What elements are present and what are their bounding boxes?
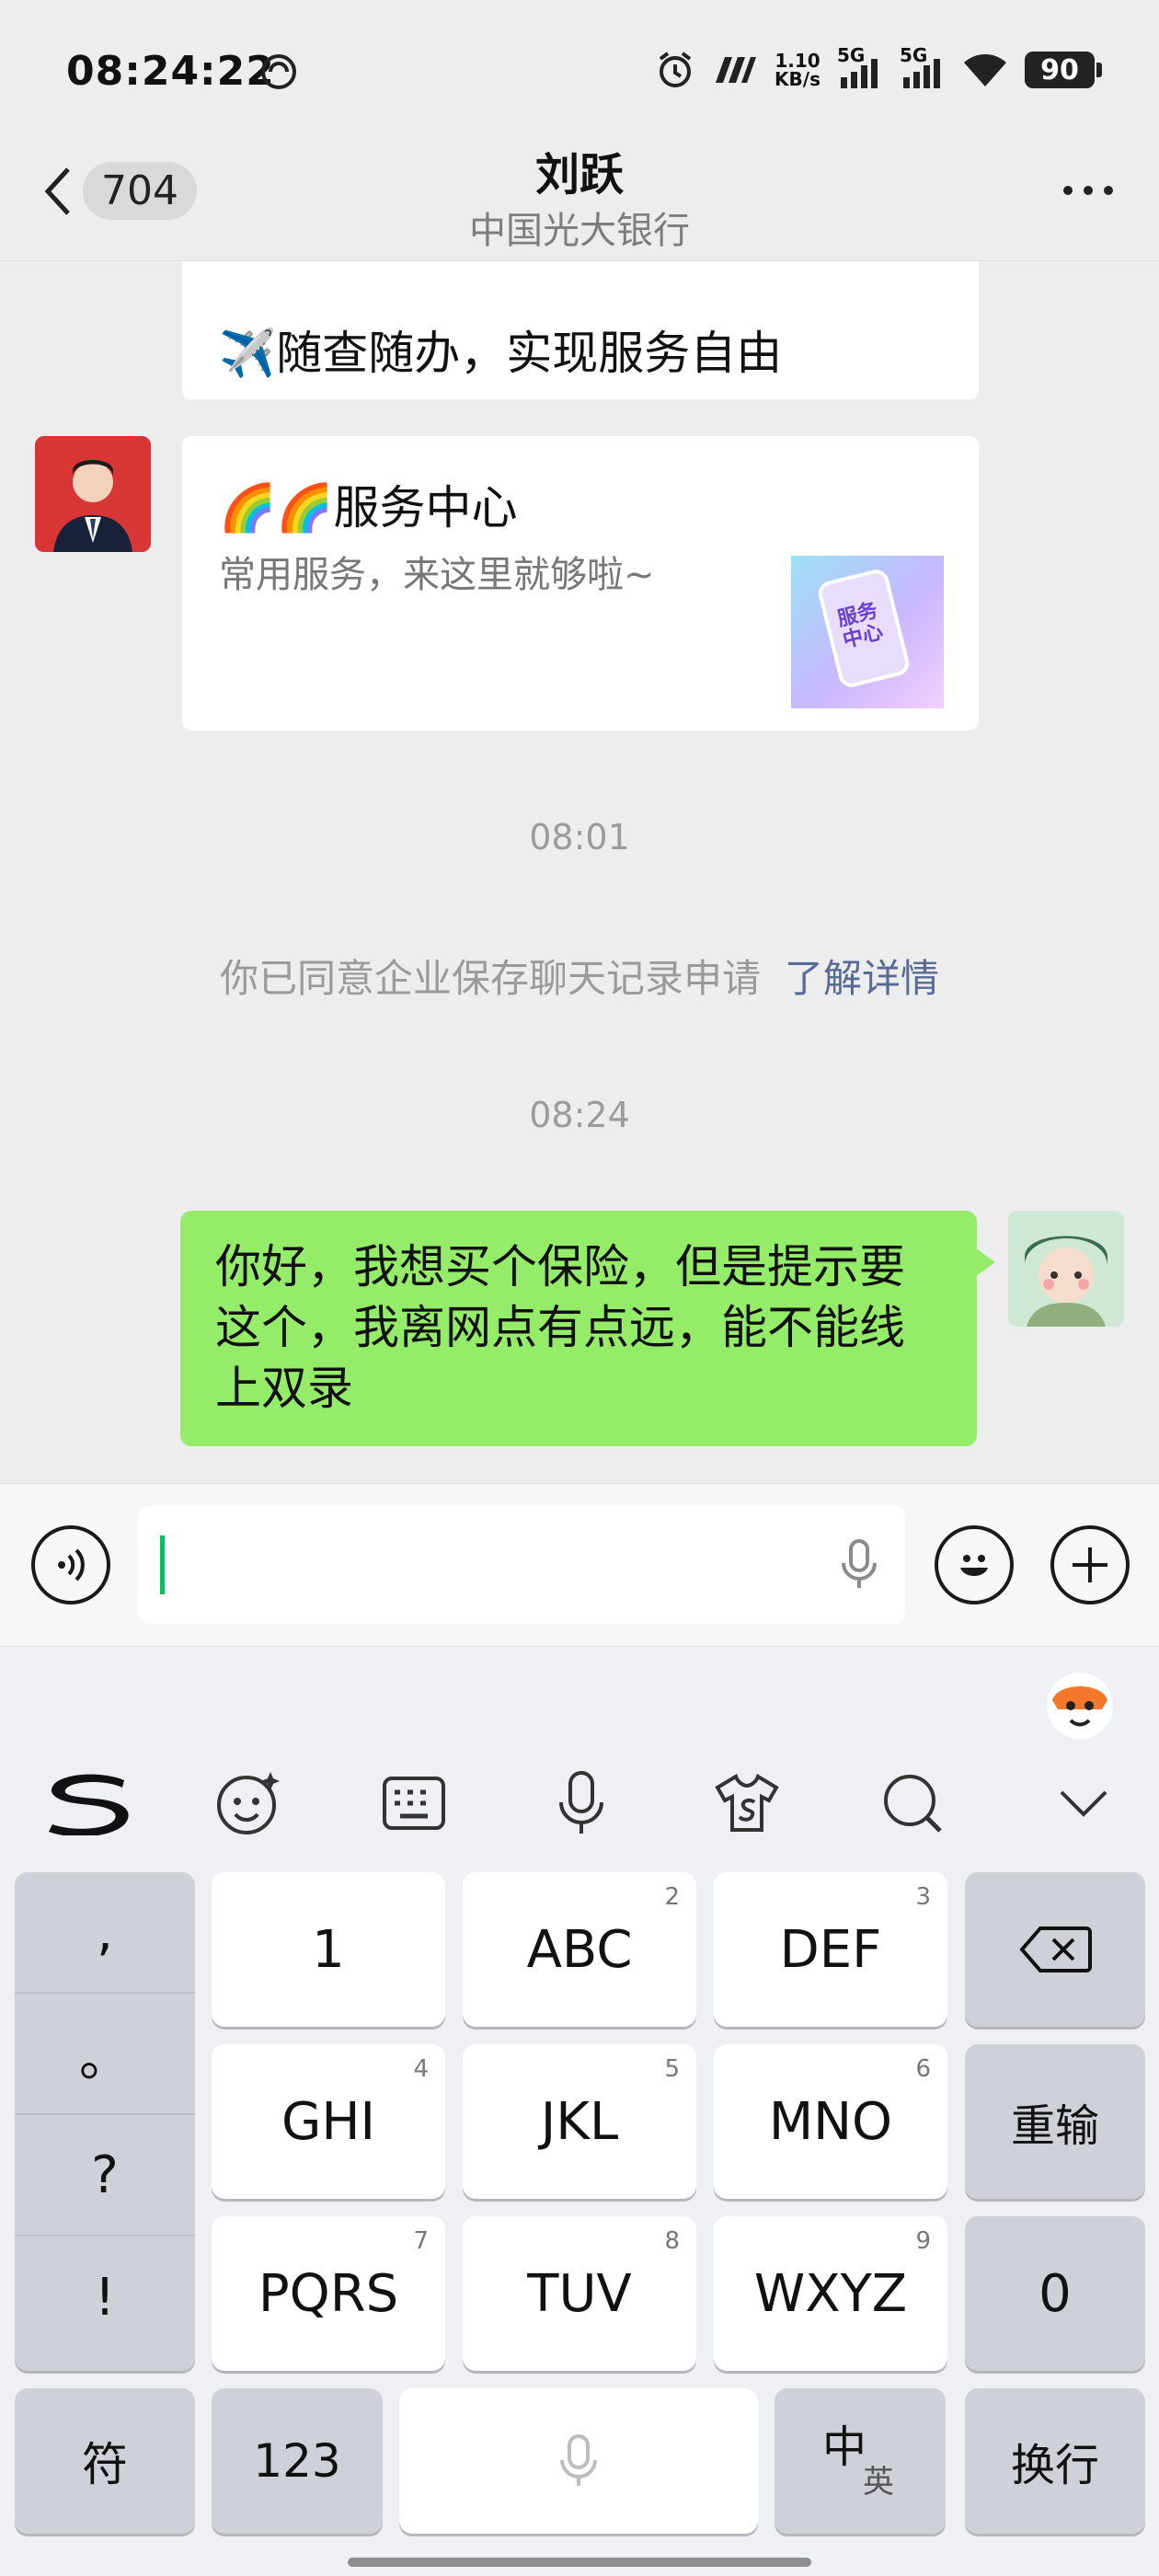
mascot-icon[interactable] xyxy=(1043,1669,1117,1742)
alarm-icon xyxy=(659,52,692,87)
timestamp: 08:01 xyxy=(529,817,630,857)
my-message-bubble[interactable]: 你好，我想买个保险，但是提示要这个，我离网点有点远，能不能线上双录 xyxy=(180,1211,995,1446)
signal-5g-1-icon: 5G xyxy=(837,46,883,90)
keyboard-search-button[interactable] xyxy=(876,1766,949,1840)
card-text: ✈️随查随办，实现服务自由 xyxy=(219,327,783,380)
key-def[interactable]: DEF 3 xyxy=(714,1872,947,2027)
timestamp: 08:24 xyxy=(529,1095,630,1135)
numbers-key[interactable]: 123 xyxy=(212,2388,383,2534)
keyboard-voice-button[interactable] xyxy=(545,1766,618,1840)
microphone-icon xyxy=(560,2434,597,2486)
home-indicator[interactable] xyxy=(348,2558,811,2567)
chat-header: 704 刘跃 中国光大银行 xyxy=(0,138,1159,261)
key-1[interactable]: 1 xyxy=(212,1872,445,2027)
message-input-bar xyxy=(0,1483,1159,1647)
service-center-card[interactable]: 🌈🌈服务中心 常用服务，来这里就够啦~ 服务中心 xyxy=(182,436,979,730)
backspace-key[interactable] xyxy=(965,1872,1145,2027)
sogou-logo-icon xyxy=(49,1774,129,1835)
system-message: 你已同意企业保存聊天记录申请 了解详情 xyxy=(0,948,1159,1004)
key-pqrs[interactable]: PQRS 7 xyxy=(212,2216,445,2371)
backspace-icon xyxy=(1019,1926,1092,1972)
net-speed: 1.10 KB/s xyxy=(775,50,820,90)
key-abc[interactable]: ABC 2 xyxy=(463,1872,696,2027)
ime-logo-button[interactable] xyxy=(42,1766,134,1840)
punct-key-comma[interactable]: , xyxy=(15,1872,195,1994)
keyboard-skin-button[interactable] xyxy=(710,1766,784,1840)
service-card-title: 🌈🌈服务中心 xyxy=(219,481,518,535)
key-jkl[interactable]: JKL 5 xyxy=(463,2044,696,2199)
my-avatar[interactable] xyxy=(1008,1211,1124,1327)
punct-key-exclaim[interactable]: ! xyxy=(15,2237,195,2358)
voice-wave-icon xyxy=(58,1548,85,1581)
punct-key-question[interactable]: ? xyxy=(15,2115,195,2237)
key-tuv[interactable]: TUV 8 xyxy=(463,2216,696,2371)
phone-illustration-icon: 服务中心 xyxy=(815,567,912,690)
more-dot-icon xyxy=(1063,186,1073,195)
service-card-thumbnail: 服务中心 xyxy=(791,556,944,708)
status-bar: 08:24:22 1.10 KB/s 5G 5G 90 xyxy=(0,0,1159,138)
more-dot-icon xyxy=(1084,186,1093,195)
signal-5g-2-icon: 5G xyxy=(900,46,946,90)
contact-avatar[interactable] xyxy=(35,436,151,552)
keyboard-collapse-button[interactable] xyxy=(1047,1766,1120,1840)
text-cursor xyxy=(160,1535,165,1594)
keyboard-icon xyxy=(383,1777,445,1830)
emoji-sparkle-icon xyxy=(217,1772,280,1834)
status-icons: 1.10 KB/s 5G 5G 90 xyxy=(655,46,1102,92)
voice-input-toggle-button[interactable] xyxy=(31,1525,110,1604)
service-card-description: 常用服务，来这里就够啦~ xyxy=(219,554,655,596)
symbols-key[interactable]: 符 xyxy=(15,2388,195,2534)
message-input[interactable] xyxy=(138,1506,905,1624)
keyboard-emoji-button[interactable] xyxy=(212,1766,285,1840)
system-message-text: 你已同意企业保存聊天记录申请 xyxy=(219,956,761,1001)
battery-indicator: 90 xyxy=(1025,52,1102,88)
chat-title: 刘跃 xyxy=(534,149,624,201)
more-options-button[interactable] xyxy=(1063,186,1113,195)
learn-more-link[interactable]: 了解详情 xyxy=(785,956,939,1001)
smiley-icon xyxy=(960,1555,988,1576)
key-mno[interactable]: MNO 6 xyxy=(714,2044,947,2199)
enter-key[interactable]: 换行 xyxy=(965,2388,1145,2534)
more-functions-button[interactable] xyxy=(1050,1525,1130,1604)
chevron-down-icon xyxy=(1060,1790,1107,1817)
punctuation-column: , 。 ? ! xyxy=(15,1872,195,2371)
search-icon xyxy=(884,1775,942,1833)
tshirt-icon xyxy=(715,1774,779,1832)
key-0[interactable]: 0 xyxy=(965,2216,1145,2371)
emoji-button[interactable] xyxy=(935,1525,1014,1604)
key-ghi[interactable]: GHI 4 xyxy=(212,2044,445,2199)
microphone-icon[interactable] xyxy=(839,1537,879,1593)
link-card-partial[interactable]: ✈️随查随办，实现服务自由 xyxy=(182,261,979,399)
more-dot-icon xyxy=(1104,186,1113,195)
wifi-icon xyxy=(964,54,1006,86)
chat-subtitle: 中国光大银行 xyxy=(469,210,690,252)
key-wxyz[interactable]: WXYZ 9 xyxy=(714,2216,947,2371)
sync-status-icon xyxy=(261,54,296,89)
status-time: 08:24:22 xyxy=(66,48,275,95)
keyboard-layout-button[interactable] xyxy=(377,1766,451,1840)
app-notification-icon xyxy=(716,57,757,83)
language-switch-key[interactable]: 中 英 xyxy=(775,2388,946,2534)
microphone-icon xyxy=(559,1771,603,1834)
plus-icon xyxy=(1073,1547,1107,1582)
keyboard-toolbar xyxy=(0,1739,1159,1858)
cartoon-avatar-icon xyxy=(1008,1211,1124,1327)
punct-key-period[interactable]: 。 xyxy=(15,1994,195,2115)
space-key[interactable] xyxy=(399,2388,758,2534)
person-portrait-icon xyxy=(35,436,151,552)
reset-key[interactable]: 重输 xyxy=(965,2044,1145,2199)
